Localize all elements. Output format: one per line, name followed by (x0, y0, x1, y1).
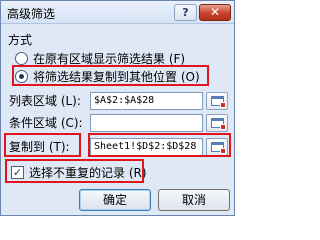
picker-arrow (220, 124, 226, 130)
picker-arrow (220, 102, 226, 108)
range-picker-icon[interactable] (206, 92, 228, 110)
help-icon[interactable]: ? (174, 4, 197, 21)
advanced-filter-dialog: 高级筛选 ? ✕ 方式 在原有区域显示筛选结果 (F) 将筛选结果复制到其他位置… (0, 0, 235, 216)
picker-header (211, 118, 224, 121)
radio-button-unchecked[interactable] (15, 51, 28, 65)
dialog-title: 高级筛选 (7, 7, 56, 21)
radio-label-in-place: 在原有区域显示筛选结果 (F) (33, 51, 186, 66)
highlight-box-unique (5, 159, 144, 183)
title-bar: 高级筛选 ? ✕ (1, 1, 234, 24)
highlight-box-copy-label (4, 133, 81, 157)
method-group-label: 方式 (8, 33, 33, 47)
highlight-box-copy-input (88, 133, 231, 157)
criteria-range-input[interactable] (90, 114, 203, 132)
list-range-label: 列表区域 (L): (9, 94, 81, 108)
cancel-button[interactable]: 取消 (158, 189, 230, 211)
picker-header (211, 96, 224, 99)
highlight-box-copy-option (12, 65, 209, 86)
ok-button[interactable]: 确定 (79, 189, 151, 211)
criteria-range-label: 条件区域 (C): (9, 116, 83, 130)
list-range-input[interactable]: $A$2:$A$28 (90, 92, 203, 110)
close-icon[interactable]: ✕ (199, 4, 231, 21)
range-picker-icon[interactable] (206, 114, 228, 132)
